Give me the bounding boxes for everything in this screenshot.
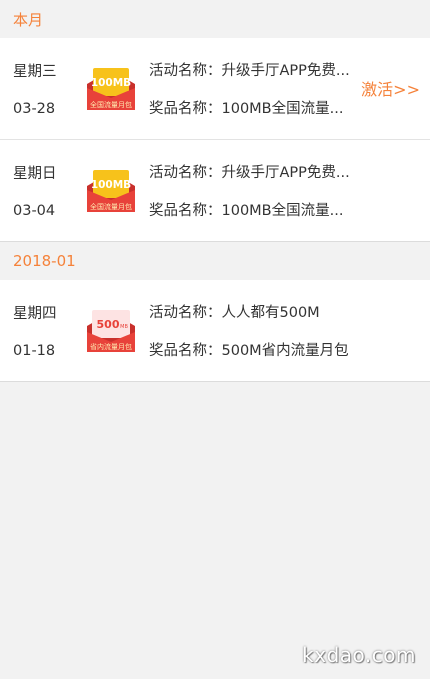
activity-label: 活动名称： xyxy=(149,165,222,181)
list-item[interactable]: 星期四 01-18 500 MB 省内流量月包 活动名称：人人都有500M 奖品… xyxy=(0,280,430,382)
badge-top-text: 500 xyxy=(97,318,120,331)
prize-name-line: 奖品名称：100MB全国流量... xyxy=(149,199,354,220)
prize-label: 奖品名称： xyxy=(149,343,222,359)
list-item[interactable]: 星期三 03-28 100MB 全国流量月包 活动名称：升级手厅APP免费...… xyxy=(0,38,430,140)
record-date: 星期日 03-04 xyxy=(0,140,75,241)
record-list-this-month: 星期三 03-28 100MB 全国流量月包 活动名称：升级手厅APP免费...… xyxy=(0,38,430,242)
record-date: 星期四 01-18 xyxy=(0,280,75,381)
prize-label: 奖品名称： xyxy=(149,101,222,117)
prize-thumbnail: 100MB 全国流量月包 xyxy=(75,140,147,241)
prize-value: 500M省内流量月包 xyxy=(221,343,349,359)
activity-value: 人人都有500M xyxy=(221,305,320,321)
100mb-national-data-package-icon: 100MB 全国流量月包 xyxy=(87,169,135,212)
record-weekday: 星期日 xyxy=(13,166,57,182)
prize-value: 100MB全国流量... xyxy=(221,101,344,117)
badge-top-text: 100MB xyxy=(91,77,131,89)
badge-bottom-text: 全国流量月包 xyxy=(90,202,132,211)
prize-name-line: 奖品名称：100MB全国流量... xyxy=(149,97,354,118)
list-item[interactable]: 星期日 03-04 100MB 全国流量月包 活动名称：升级手厅APP免费...… xyxy=(0,140,430,242)
watermark: kxdao.com xyxy=(302,643,416,667)
section-header-this-month: 本月 xyxy=(0,0,430,38)
record-weekday: 星期三 xyxy=(13,64,57,80)
500m-provincial-data-package-icon: 500 MB 省内流量月包 xyxy=(87,309,135,352)
prize-thumbnail: 500 MB 省内流量月包 xyxy=(75,280,147,381)
activity-name-line: 活动名称：升级手厅APP免费... xyxy=(149,161,354,182)
badge-top-text: 100MB xyxy=(91,179,131,191)
prize-label: 奖品名称： xyxy=(149,203,222,219)
record-weekday: 星期四 xyxy=(13,306,57,322)
record-date: 星期三 03-28 xyxy=(0,38,75,139)
record-day: 03-04 xyxy=(13,203,56,219)
record-list-2018-01: 星期四 01-18 500 MB 省内流量月包 活动名称：人人都有500M 奖品… xyxy=(0,280,430,382)
activity-label: 活动名称： xyxy=(149,63,222,79)
activity-name-line: 活动名称：人人都有500M xyxy=(149,301,354,322)
100mb-national-data-package-icon: 100MB 全国流量月包 xyxy=(87,67,135,110)
badge-top-unit: MB xyxy=(120,324,128,330)
badge-bottom-text: 全国流量月包 xyxy=(90,100,132,109)
record-info: 活动名称：升级手厅APP免费... 奖品名称：100MB全国流量... xyxy=(147,140,430,241)
record-day: 03-28 xyxy=(13,101,56,117)
activity-label: 活动名称： xyxy=(149,305,222,321)
record-day: 01-18 xyxy=(13,343,56,359)
prize-thumbnail: 100MB 全国流量月包 xyxy=(75,38,147,139)
badge-bottom-text: 省内流量月包 xyxy=(90,342,132,351)
prize-name-line: 奖品名称：500M省内流量月包 xyxy=(149,339,354,360)
prize-value: 100MB全国流量... xyxy=(221,203,344,219)
activity-value: 升级手厅APP免费... xyxy=(221,165,350,181)
activity-name-line: 活动名称：升级手厅APP免费... xyxy=(149,59,354,80)
section-header-2018-01: 2018-01 xyxy=(0,242,430,280)
record-info: 活动名称：人人都有500M 奖品名称：500M省内流量月包 xyxy=(147,280,430,381)
activate-link[interactable]: 激活>> xyxy=(361,76,420,100)
activity-value: 升级手厅APP免费... xyxy=(221,63,350,79)
